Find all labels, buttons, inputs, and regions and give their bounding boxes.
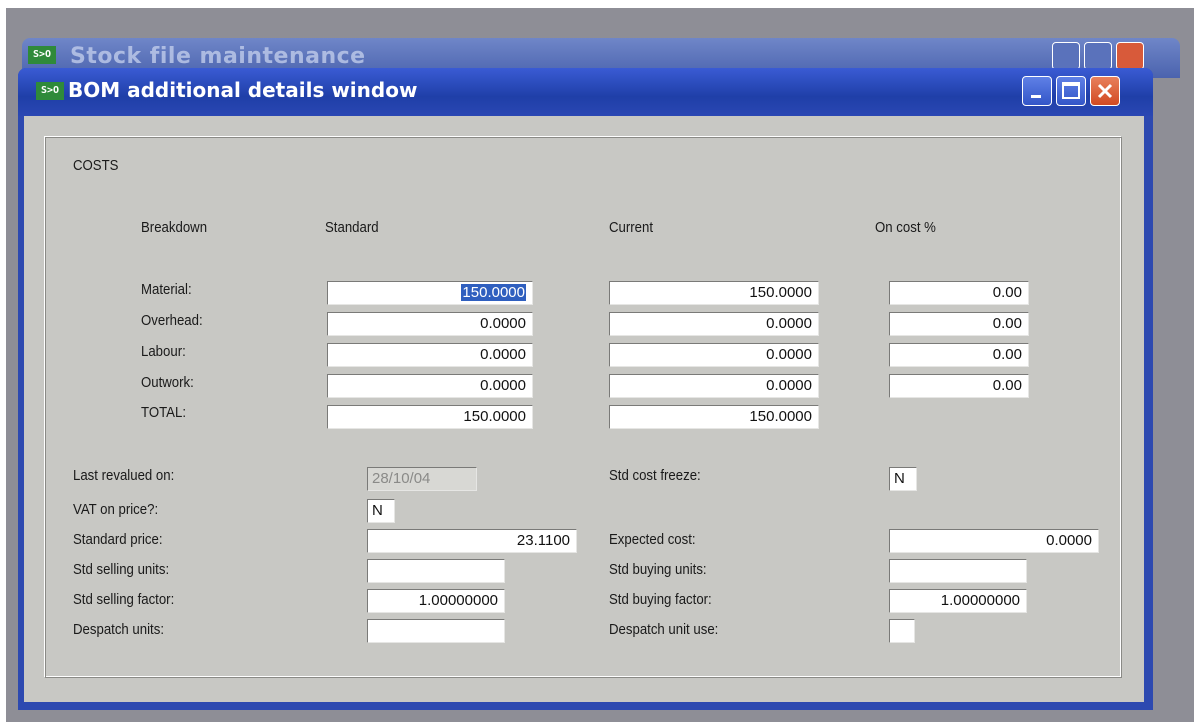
standard-outwork-field[interactable]: 0.0000: [327, 374, 533, 398]
std-selling-factor-label: Std selling factor:: [73, 591, 175, 608]
close-icon: [1097, 83, 1113, 99]
oncost-outwork-field[interactable]: 0.00: [889, 374, 1029, 398]
current-total-field[interactable]: 150.0000: [609, 405, 819, 429]
current-overhead-field[interactable]: 0.0000: [609, 312, 819, 336]
despatch-units-label: Despatch units:: [73, 621, 164, 638]
standard-price-label: Standard price:: [73, 531, 163, 548]
minimize-icon: [1031, 95, 1041, 98]
standard-total-field[interactable]: 150.0000: [327, 405, 533, 429]
col-standard: Standard: [325, 219, 379, 236]
std-selling-units-field[interactable]: [367, 559, 505, 583]
expected-cost-field[interactable]: 0.0000: [889, 529, 1099, 553]
col-on-cost: On cost %: [875, 219, 936, 236]
standard-material-field[interactable]: 150.0000: [327, 281, 533, 305]
std-buying-factor-field[interactable]: 1.00000000: [889, 589, 1027, 613]
oncost-overhead-field[interactable]: 0.00: [889, 312, 1029, 336]
std-selling-factor-field[interactable]: 1.00000000: [367, 589, 505, 613]
despatch-unit-use-label: Despatch unit use:: [609, 621, 719, 638]
oncost-material-field[interactable]: 0.00: [889, 281, 1029, 305]
costs-heading: COSTS: [73, 157, 119, 174]
selected-text: 150.0000: [461, 284, 526, 301]
minimize-icon[interactable]: [1052, 42, 1080, 70]
window-client-area: COSTS Breakdown Standard Current On cost…: [24, 116, 1144, 702]
close-icon[interactable]: [1116, 42, 1144, 70]
window-title: BOM additional details window: [68, 78, 418, 102]
std-selling-units-label: Std selling units:: [73, 561, 170, 578]
app-icon: S>O: [36, 82, 64, 100]
row-label-overhead: Overhead:: [141, 312, 203, 329]
current-outwork-field[interactable]: 0.0000: [609, 374, 819, 398]
expected-cost-label: Expected cost:: [609, 531, 696, 548]
last-revalued-label: Last revalued on:: [73, 467, 175, 484]
costs-group: COSTS Breakdown Standard Current On cost…: [44, 136, 1122, 678]
std-buying-units-label: Std buying units:: [609, 561, 707, 578]
row-label-total: TOTAL:: [141, 404, 186, 421]
back-window-title: Stock file maintenance: [70, 44, 366, 69]
last-revalued-field: 28/10/04: [367, 467, 477, 491]
standard-price-field[interactable]: 23.1100: [367, 529, 577, 553]
current-material-field[interactable]: 150.0000: [609, 281, 819, 305]
titlebar: S>O BOM additional details window: [18, 68, 1153, 116]
std-cost-freeze-label: Std cost freeze:: [609, 467, 701, 484]
despatch-units-field[interactable]: [367, 619, 505, 643]
despatch-unit-use-field[interactable]: [889, 619, 915, 643]
row-label-material: Material:: [141, 281, 192, 298]
standard-overhead-field[interactable]: 0.0000: [327, 312, 533, 336]
maximize-icon: [1062, 82, 1080, 99]
std-cost-freeze-field[interactable]: N: [889, 467, 917, 491]
row-label-labour: Labour:: [141, 343, 186, 360]
col-current: Current: [609, 219, 654, 236]
vat-on-price-field[interactable]: N: [367, 499, 395, 523]
maximize-button[interactable]: [1056, 76, 1086, 106]
minimize-button[interactable]: [1022, 76, 1052, 106]
oncost-labour-field[interactable]: 0.00: [889, 343, 1029, 367]
app-icon: S>O: [28, 46, 56, 64]
standard-labour-field[interactable]: 0.0000: [327, 343, 533, 367]
maximize-icon[interactable]: [1084, 42, 1112, 70]
row-label-outwork: Outwork:: [141, 374, 194, 391]
current-labour-field[interactable]: 0.0000: [609, 343, 819, 367]
std-buying-units-field[interactable]: [889, 559, 1027, 583]
bom-details-window: S>O BOM additional details window COSTS …: [18, 68, 1153, 710]
std-buying-factor-label: Std buying factor:: [609, 591, 712, 608]
col-breakdown: Breakdown: [141, 219, 208, 236]
vat-on-price-label: VAT on price?:: [73, 501, 159, 518]
close-button[interactable]: [1090, 76, 1120, 106]
